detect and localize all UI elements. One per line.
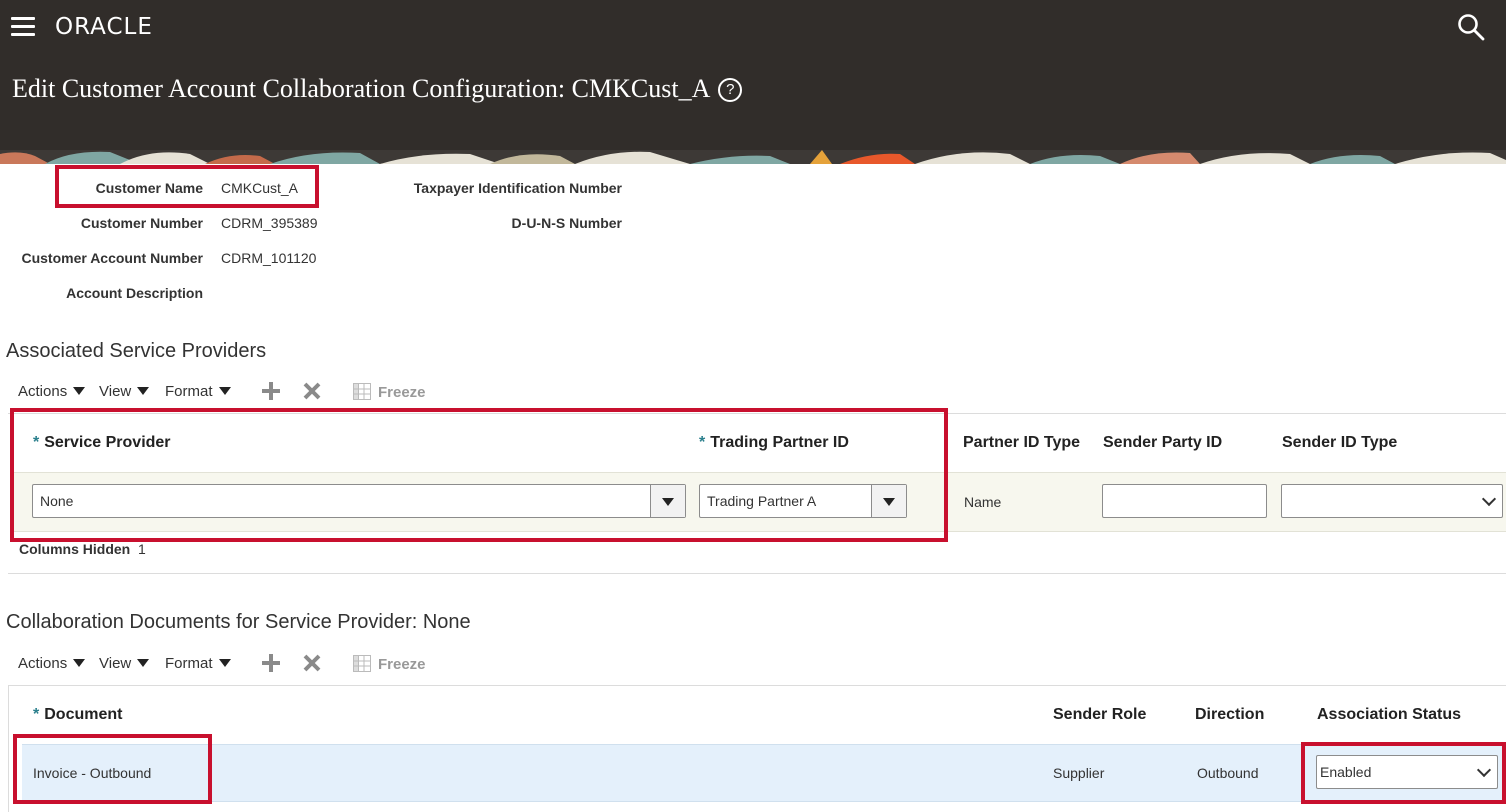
columns-hidden-label: Columns Hidden — [19, 541, 131, 557]
oracle-logo: ORACLE — [55, 14, 153, 40]
service-provider-value: None — [40, 493, 74, 509]
dropdown-arrow-icon[interactable] — [650, 485, 685, 517]
customer-number-label: Customer Number — [80, 215, 203, 231]
view-menu[interactable]: View — [99, 655, 150, 672]
account-description-label: Account Description — [66, 285, 203, 301]
taxpayer-id-label: Taxpayer Identification Number — [413, 180, 622, 196]
view-menu[interactable]: View — [99, 383, 150, 400]
delete-row-icon[interactable] — [303, 382, 321, 400]
column-label: Service Provider — [44, 434, 171, 451]
required-icon: * — [33, 434, 40, 451]
service-provider-select[interactable]: None — [32, 484, 686, 518]
customer-account-number-value: CDRM_101120 — [221, 250, 317, 266]
format-label: Format — [165, 655, 213, 672]
customer-name-value: CMKCust_A — [221, 180, 299, 196]
view-label: View — [99, 383, 132, 400]
table-divider — [8, 413, 1506, 414]
help-icon[interactable]: ? — [718, 78, 743, 102]
section-divider — [8, 573, 1506, 574]
document-value: Invoice - Outbound — [33, 765, 152, 781]
association-status-select[interactable]: Enabled — [1316, 755, 1498, 789]
column-service-provider[interactable]: * Service Provider — [33, 434, 171, 452]
required-icon: * — [33, 706, 40, 723]
duns-number-label: D-U-N-S Number — [511, 215, 622, 231]
column-sender-id-type[interactable]: Sender ID Type — [1282, 434, 1397, 452]
column-document[interactable]: * Document — [33, 706, 122, 724]
column-association-status[interactable]: Association Status — [1317, 706, 1461, 724]
caret-down-icon — [218, 659, 231, 667]
trading-partner-id-value: Trading Partner A — [707, 493, 817, 509]
format-label: Format — [165, 383, 213, 400]
table-divider — [8, 685, 1506, 686]
actions-label: Actions — [18, 383, 68, 400]
caret-down-icon — [218, 387, 231, 395]
format-menu[interactable]: Format — [165, 655, 231, 672]
customer-account-number-label: Customer Account Number — [21, 250, 203, 266]
freeze-icon — [353, 655, 371, 672]
freeze-button[interactable]: Freeze — [378, 384, 426, 401]
customer-number-value: CDRM_395389 — [221, 215, 318, 231]
column-partner-id-type[interactable]: Partner ID Type — [963, 434, 1080, 452]
direction-value: Outbound — [1197, 765, 1259, 781]
delete-row-icon[interactable] — [303, 654, 321, 672]
sender-role-value: Supplier — [1053, 765, 1105, 781]
view-label: View — [99, 655, 132, 672]
dropdown-arrow-icon[interactable] — [871, 485, 906, 517]
chevron-down-icon — [1481, 491, 1497, 507]
column-sender-party-id[interactable]: Sender Party ID — [1103, 434, 1222, 452]
add-row-icon[interactable] — [262, 382, 280, 400]
add-row-icon[interactable] — [262, 654, 280, 672]
page-title-text: Edit Customer Account Collaboration Conf… — [12, 74, 711, 103]
customer-name-label: Customer Name — [95, 180, 203, 196]
decorative-banner — [0, 150, 1506, 164]
column-trading-partner-id[interactable]: * Trading Partner ID — [699, 434, 849, 452]
sender-id-type-select[interactable] — [1281, 484, 1503, 518]
caret-down-icon — [73, 387, 86, 395]
actions-label: Actions — [18, 655, 68, 672]
table-row[interactable] — [22, 744, 1506, 802]
format-menu[interactable]: Format — [165, 383, 231, 400]
column-label: Document — [44, 706, 123, 723]
partner-id-type-value: Name — [964, 494, 1002, 510]
columns-hidden-count: 1 — [138, 541, 146, 557]
chevron-down-icon — [1476, 762, 1492, 778]
required-icon: * — [699, 434, 706, 451]
caret-down-icon — [137, 387, 150, 395]
caret-down-icon — [73, 659, 86, 667]
actions-menu[interactable]: Actions — [18, 655, 86, 672]
trading-partner-id-select[interactable]: Trading Partner A — [699, 484, 907, 518]
column-direction[interactable]: Direction — [1195, 706, 1264, 724]
search-icon[interactable] — [1457, 13, 1485, 41]
association-status-value: Enabled — [1320, 764, 1372, 780]
caret-down-icon — [137, 659, 150, 667]
actions-menu[interactable]: Actions — [18, 383, 86, 400]
hamburger-menu-icon[interactable] — [11, 17, 35, 37]
column-label: Trading Partner ID — [710, 434, 849, 451]
freeze-button[interactable]: Freeze — [378, 656, 426, 673]
table-border — [8, 686, 9, 812]
global-header: ORACLE Edit Customer Account Collaborati… — [0, 0, 1506, 150]
service-providers-title: Associated Service Providers — [6, 340, 267, 362]
column-sender-role[interactable]: Sender Role — [1053, 706, 1146, 724]
page-title: Edit Customer Account Collaboration Conf… — [12, 74, 743, 104]
freeze-icon — [353, 383, 371, 400]
documents-title: Collaboration Documents for Service Prov… — [6, 611, 471, 633]
columns-hidden: Columns Hidden 1 — [19, 541, 146, 557]
sender-party-id-input[interactable] — [1102, 484, 1267, 518]
